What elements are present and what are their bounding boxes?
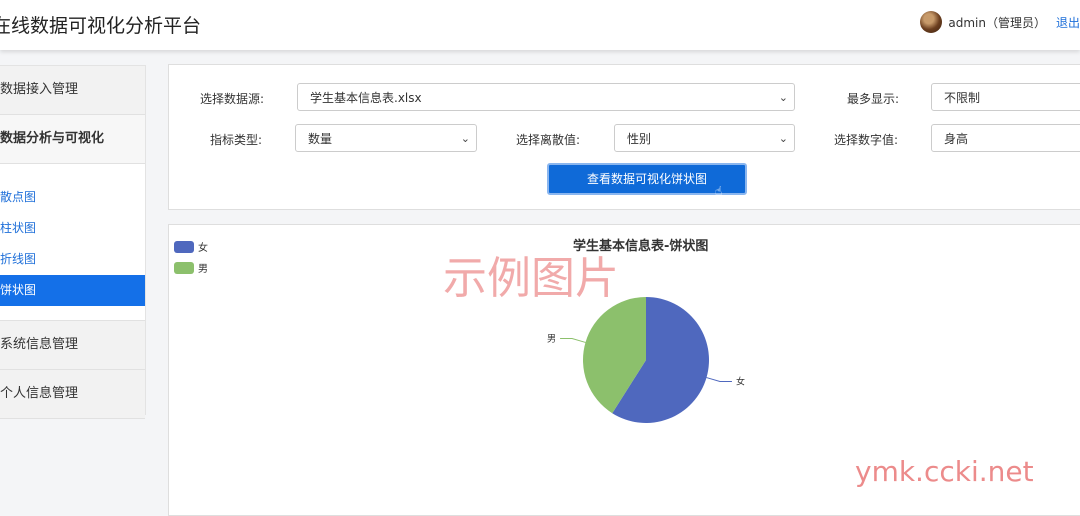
sidebar-item-bar[interactable]: 柱状图 [0, 213, 145, 244]
site-watermark: ymk.ccki.net [855, 455, 1034, 488]
legend-item-male[interactable]: 男 [174, 257, 208, 278]
sidebar-item-line[interactable]: 折线图 [0, 244, 145, 275]
legend-swatch-male [174, 261, 194, 274]
analysis-submenu: 散点图 柱状图 折线图 饼状图 [0, 164, 145, 321]
user-area: admin（管理员） 退出 [920, 11, 1080, 33]
chevron-down-icon: ⌄ [778, 91, 788, 104]
datasource-select[interactable]: 学生基本信息表.xlsx ⌄ [297, 83, 795, 111]
discrete-label: 选择离散值: [516, 133, 581, 147]
menu-system-info[interactable]: 系统信息管理 [0, 321, 145, 370]
user-name: admin（管理员） [948, 15, 1046, 30]
numeric-label: 选择数字值: [834, 133, 899, 147]
top-bar: 在线数据可视化分析平台 admin（管理员） 退出 [0, 0, 1080, 50]
metric-type-label: 指标类型: [210, 133, 263, 147]
menu-data-access[interactable]: 数据接入管理 [0, 66, 145, 115]
metric-type-select[interactable]: 数量 ⌄ [295, 124, 477, 152]
discrete-select[interactable]: 性别 ⌄ [614, 124, 795, 152]
view-pie-chart-button[interactable]: 查看数据可视化饼状图 ☝ [547, 163, 747, 198]
sidebar-item-scatter[interactable]: 散点图 [0, 182, 145, 213]
metric-type-value: 数量 [308, 132, 333, 146]
datasource-value: 学生基本信息表.xlsx [310, 91, 422, 105]
discrete-value: 性别 [627, 132, 652, 146]
numeric-select[interactable]: 身高 [931, 124, 1080, 152]
sample-image-watermark: 示例图片 [443, 253, 619, 304]
legend-label-male: 男 [198, 264, 208, 275]
pie-label-1: 男 [547, 334, 556, 345]
avatar [920, 11, 943, 33]
view-pie-chart-label: 查看数据可视化饼状图 [586, 172, 707, 186]
legend-swatch-female [174, 240, 194, 253]
chevron-down-icon: ⌄ [460, 132, 470, 145]
max-display-label: 最多显示: [847, 92, 900, 106]
numeric-value: 身高 [944, 132, 969, 146]
sidebar: 数据接入管理 数据分析与可视化 散点图 柱状图 折线图 饼状图 系统信息管理 个… [0, 65, 146, 419]
datasource-label: 选择数据源: [200, 92, 265, 106]
menu-analysis[interactable]: 数据分析与可视化 [0, 115, 145, 164]
sidebar-item-pie[interactable]: 饼状图 [0, 275, 145, 306]
chevron-down-icon: ⌄ [778, 132, 788, 145]
logout-link[interactable]: 退出 [1056, 14, 1080, 31]
legend-item-female[interactable]: 女 [174, 236, 208, 257]
pie-leader-line-1 [560, 338, 586, 343]
legend-label-female: 女 [198, 243, 208, 254]
max-display-value: 不限制 [944, 91, 981, 105]
pie-leader-line-0 [706, 377, 732, 382]
menu-personal-info[interactable]: 个人信息管理 [0, 370, 145, 419]
chart-legend: 女 男 [174, 236, 208, 278]
query-form: 选择数据源: 学生基本信息表.xlsx ⌄ 最多显示: 不限制 指标类型: 数量… [168, 64, 1080, 210]
pointer-cursor-icon: ☝ [715, 184, 723, 198]
pie-label-0: 女 [736, 375, 745, 387]
max-display-select[interactable]: 不限制 [931, 83, 1080, 111]
app-title: 在线数据可视化分析平台 [0, 15, 202, 37]
